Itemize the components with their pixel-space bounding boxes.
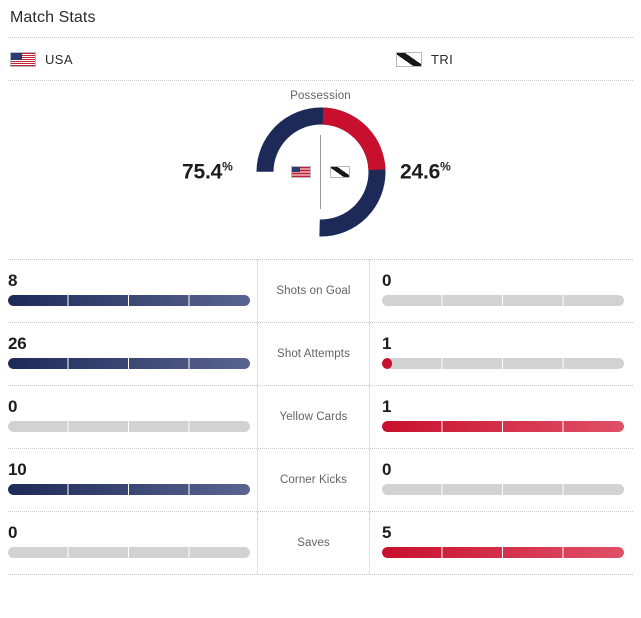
stat-away-bar-fill	[382, 421, 624, 432]
possession-home-number: 75.4	[182, 160, 223, 184]
page-title: Match Stats	[10, 9, 96, 26]
stat-away-value: 0	[382, 460, 392, 479]
stat-label: Saves	[297, 537, 330, 549]
possession-away-number: 24.6	[400, 160, 441, 184]
stat-away-bar	[382, 547, 624, 558]
usa-flag-icon	[10, 51, 36, 67]
bar-tick-marks	[8, 547, 250, 558]
bar-tick-marks	[8, 421, 250, 432]
bar-tick-marks	[382, 484, 624, 495]
stat-home-cell: 0	[8, 512, 257, 574]
stat-label-cell: Yellow Cards	[257, 386, 370, 448]
table-row: 0 Yellow Cards 1	[8, 386, 633, 449]
stat-away-cell: 0	[370, 260, 624, 322]
stat-home-bar	[8, 547, 250, 558]
donut-center-home	[282, 166, 320, 178]
stat-home-bar	[8, 358, 250, 369]
trinidad-tobago-flag-icon	[396, 51, 422, 67]
stat-label-cell: Shot Attempts	[257, 323, 370, 385]
percent-symbol-away: %	[440, 159, 451, 174]
stat-home-cell: 8	[8, 260, 257, 322]
usa-flag-icon	[291, 166, 311, 178]
stat-away-bar-fill	[382, 358, 392, 369]
bar-tick-marks	[382, 358, 624, 369]
stat-home-cell: 26	[8, 323, 257, 385]
possession-donut	[253, 104, 389, 240]
stat-label: Shot Attempts	[277, 348, 350, 360]
stat-home-bar-fill	[8, 484, 250, 495]
stat-home-bar	[8, 484, 250, 495]
possession-away-value: 24.6%	[400, 160, 451, 185]
stat-away-cell: 1	[370, 323, 624, 385]
stat-away-cell: 1	[370, 386, 624, 448]
stat-label-cell: Saves	[257, 512, 370, 574]
stat-home-value: 26	[8, 334, 27, 353]
stat-label: Yellow Cards	[279, 411, 348, 423]
possession-home-value: 75.4%	[182, 160, 233, 185]
table-row: 26 Shot Attempts 1	[8, 323, 633, 386]
stat-home-value: 0	[8, 397, 18, 416]
table-row: 10 Corner Kicks 0	[8, 449, 633, 512]
match-stats-panel: Match Stats USA TRI Possession 75.4% 24.…	[0, 0, 641, 618]
team-home-header[interactable]: USA	[0, 51, 386, 67]
stat-away-bar	[382, 421, 624, 432]
stat-away-bar	[382, 484, 624, 495]
stat-home-bar-fill	[8, 295, 250, 306]
stat-away-bar	[382, 358, 624, 369]
possession-section: Possession 75.4% 24.6%	[0, 81, 641, 259]
stat-label: Shots on Goal	[276, 285, 351, 297]
stat-away-value: 0	[382, 271, 392, 290]
team-away-header[interactable]: TRI	[386, 51, 641, 67]
stat-label-cell: Corner Kicks	[257, 449, 370, 511]
stat-home-bar	[8, 295, 250, 306]
stat-home-value: 10	[8, 460, 27, 479]
stat-home-cell: 10	[8, 449, 257, 511]
team-away-abbr: TRI	[431, 51, 454, 67]
stat-home-cell: 0	[8, 386, 257, 448]
trinidad-tobago-flag-icon	[330, 166, 350, 178]
stat-home-value: 8	[8, 271, 18, 290]
team-home-abbr: USA	[45, 51, 73, 67]
stat-away-value: 1	[382, 334, 392, 353]
stat-label: Corner Kicks	[279, 474, 348, 486]
possession-chart: 75.4% 24.6%	[0, 102, 641, 242]
stat-home-value: 0	[8, 523, 18, 542]
stat-home-bar	[8, 421, 250, 432]
table-row: 8 Shots on Goal 0	[8, 260, 633, 323]
stats-table: 8 Shots on Goal 0 26 Shot Attempts 1 0 Y…	[8, 259, 633, 575]
team-header-row: USA TRI	[0, 38, 641, 80]
donut-center-flags	[253, 104, 389, 240]
stat-label-cell: Shots on Goal	[257, 260, 370, 322]
table-row: 0 Saves 5	[8, 512, 633, 575]
stat-away-bar	[382, 295, 624, 306]
stat-away-cell: 0	[370, 449, 624, 511]
stat-away-value: 5	[382, 523, 392, 542]
bar-tick-marks	[382, 295, 624, 306]
stat-away-cell: 5	[370, 512, 624, 574]
possession-label: Possession	[290, 90, 351, 102]
percent-symbol-home: %	[222, 159, 233, 174]
stat-away-bar-fill	[382, 547, 624, 558]
donut-center-away	[321, 166, 359, 178]
stat-home-bar-fill	[8, 358, 250, 369]
stat-away-value: 1	[382, 397, 392, 416]
